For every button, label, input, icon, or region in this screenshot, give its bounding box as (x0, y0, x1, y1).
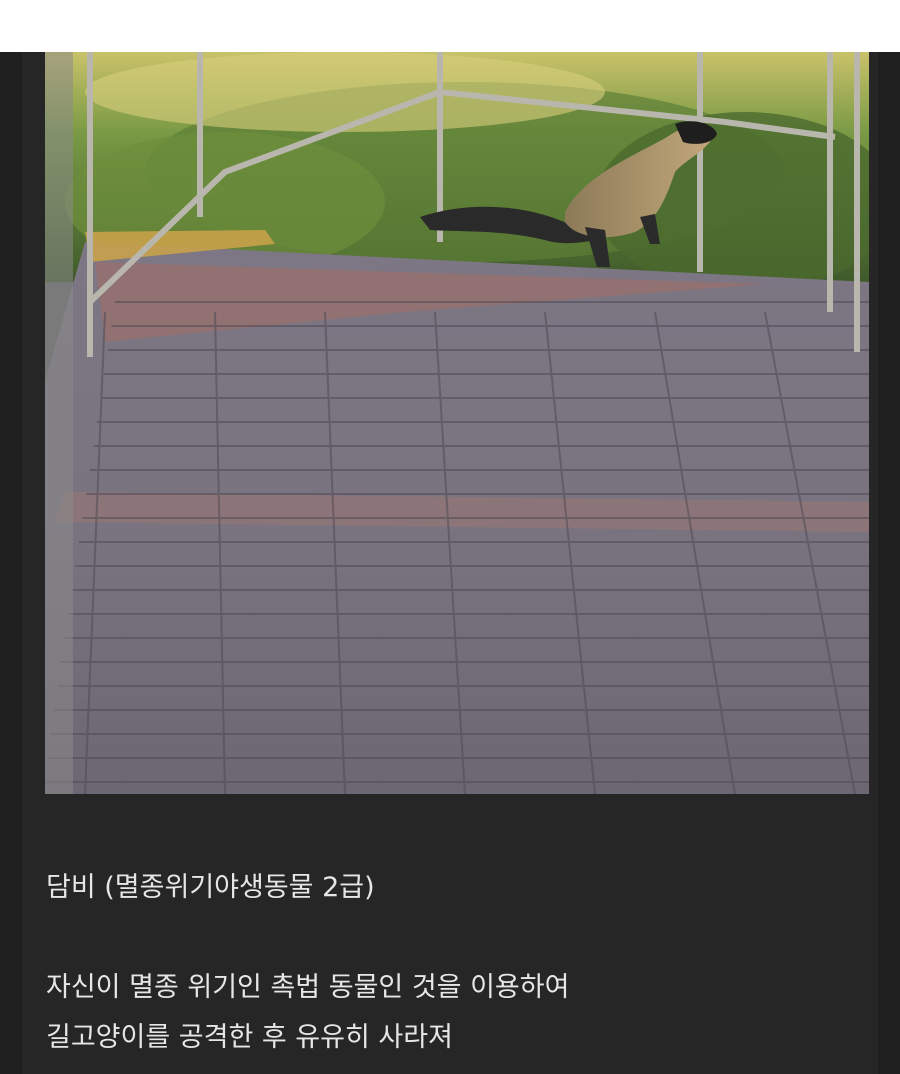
post-title: 담비 (멸종위기야생동물 2급) (46, 872, 375, 903)
marten-photo-illustration (45, 52, 869, 794)
post-body-line-2: 길고양이를 공격한 후 유유히 사라져 (46, 1022, 453, 1053)
top-bar (0, 0, 900, 52)
post-body-line-1: 자신이 멸종 위기인 촉법 동물인 것을 이용하여 (46, 972, 570, 1003)
post-photo (45, 52, 869, 794)
